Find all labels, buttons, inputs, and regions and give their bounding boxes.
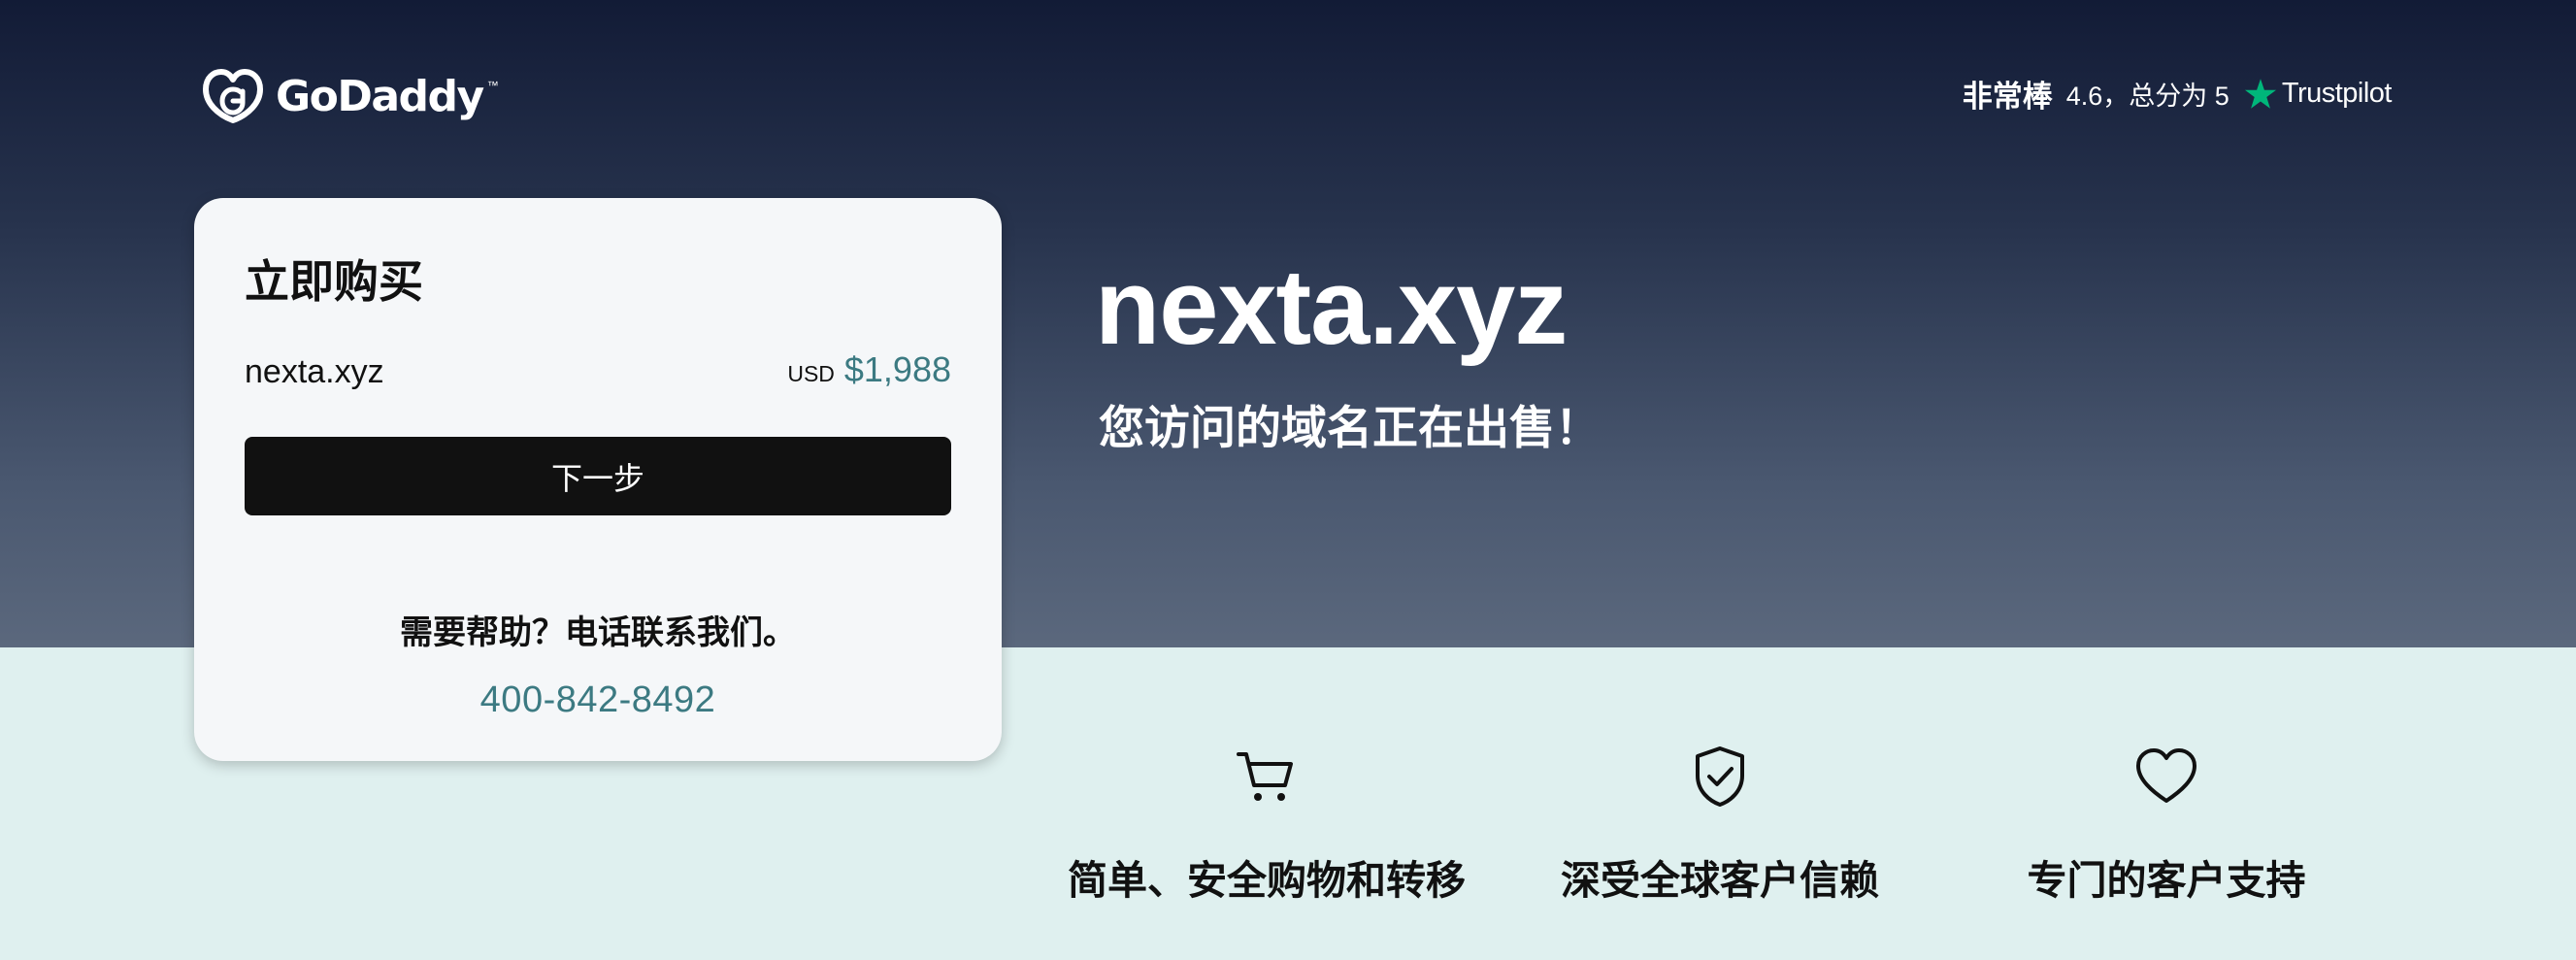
godaddy-logo[interactable]: GoDaddy ™: [200, 66, 499, 126]
feature-label: 深受全球客户信赖: [1561, 858, 1879, 903]
phone-link[interactable]: 400-842-8492: [194, 679, 1002, 721]
feature-shopping: 简单、安全购物和转移: [1068, 743, 1466, 906]
shield-check-icon: [1696, 746, 1744, 807]
trustpilot-star-icon: [2244, 78, 2276, 109]
next-step-button[interactable]: 下一步: [245, 437, 951, 515]
purchase-card: 立即购买 nexta.xyz USD $1,988 下一步 需要帮助？电话联系我…: [194, 198, 1002, 761]
price-currency: USD: [787, 361, 835, 386]
godaddy-logo-icon: [203, 69, 263, 123]
rating-score: 4.6，总分为 5: [2065, 82, 2229, 111]
trustpilot-rating[interactable]: 非常棒 4.6，总分为 5 Trustpilot: [1962, 72, 2393, 116]
hero-domain-title: nexta.xyz: [1095, 248, 1568, 367]
domain-price: USD $1,988: [787, 349, 951, 390]
price-value: $1,988: [843, 349, 951, 389]
cart-icon: [1237, 752, 1293, 801]
feature-support: 专门的客户支持: [1972, 743, 2361, 906]
heart-icon: [2136, 748, 2196, 803]
hero-subtitle: 您访问的域名正在出售！: [1099, 402, 1601, 453]
help-text: 需要帮助？电话联系我们。: [400, 614, 796, 651]
brand-trademark: ™: [486, 79, 499, 92]
feature-label: 专门的客户支持: [2027, 858, 2306, 903]
card-title: 立即购买: [245, 256, 423, 307]
feature-trust: 深受全球客户信赖: [1526, 743, 1914, 906]
card-domain-name: nexta.xyz: [245, 353, 384, 390]
rating-label: 非常棒: [1962, 80, 2053, 114]
feature-label: 简单、安全购物和转移: [1068, 858, 1466, 903]
brand-name: GoDaddy: [276, 71, 484, 121]
trustpilot-brand: Trustpilot: [2281, 78, 2393, 109]
